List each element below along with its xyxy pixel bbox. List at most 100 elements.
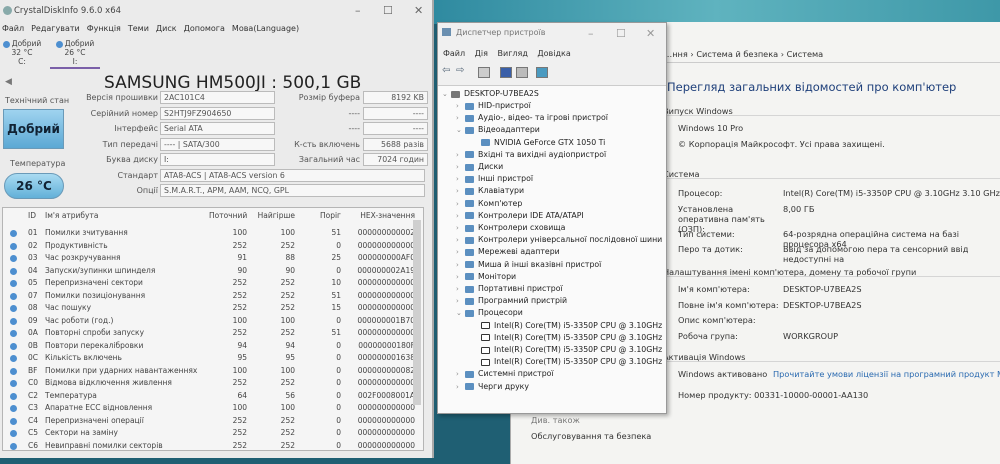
col-hex[interactable]: HEX-значення	[347, 211, 415, 220]
chevron-right-icon[interactable]: ›	[456, 370, 459, 378]
table-row[interactable]: 0C Кількість включень 95 95 0 000000001638	[3, 353, 415, 365]
table-row[interactable]: BF Помилки при ударних навантаженнях 100 10…	[3, 366, 415, 378]
tree-item[interactable]: Контролери IDE ATA/ATAPI	[465, 211, 584, 220]
menu-themes[interactable]: Теми	[128, 24, 149, 33]
tree-item[interactable]: Клавіатури	[465, 186, 524, 195]
breadcrumb-item[interactable]: …ння	[664, 49, 688, 59]
drive-tab-c[interactable]: Добрий 32 °C C:	[0, 39, 44, 66]
chevron-right-icon[interactable]: ›	[456, 102, 459, 110]
table-row[interactable]: 07 Помилки позиціонування 252 252 51 00000000…	[3, 291, 415, 303]
maintenance-link[interactable]: Обслуговування та безпека	[531, 431, 651, 441]
menu-language[interactable]: Мова(Language)	[232, 24, 299, 33]
chevron-right-icon[interactable]: ›	[456, 151, 459, 159]
menu-view[interactable]: Вигляд	[498, 49, 528, 58]
chevron-right-icon[interactable]: ›	[456, 175, 459, 183]
table-row[interactable]: 08 Час пошуку 252 252 15 000000000000	[3, 303, 415, 315]
drive-tab-i[interactable]: Добрий 26 °C I:	[50, 39, 100, 69]
tree-item[interactable]: Аудіо-, відео- та ігрові пристрої	[465, 113, 608, 122]
tree-item[interactable]: Вхідні та вихідні аудіопристрої	[465, 150, 606, 159]
tree-item[interactable]: Intel(R) Core(TM) i5-3350P CPU @ 3.10GHz	[481, 321, 662, 330]
menu-function[interactable]: Функція	[87, 24, 121, 33]
table-row[interactable]: C0 Відмова відключення живлення 252 252 0 000…	[3, 378, 415, 390]
breadcrumb-item[interactable]: Система	[787, 49, 824, 59]
scrollbar[interactable]	[413, 220, 421, 405]
table-row[interactable]: C4 Перепризначені операції 252 252 0 00000000…	[3, 416, 415, 428]
tree-item[interactable]: Комп'ютер	[465, 199, 522, 208]
chevron-right-icon[interactable]: ›	[456, 187, 459, 195]
table-row[interactable]: 0A Повторні спроби запуску 252 252 51 0000000…	[3, 328, 415, 340]
table-row[interactable]: 0B Повтори перекалібровки 94 94 0 00000000180…	[3, 341, 415, 353]
tree-item[interactable]: Диски	[465, 162, 503, 171]
tree-item[interactable]: Мережеві адаптери	[465, 247, 560, 256]
back-icon[interactable]: ⇦	[442, 65, 450, 76]
maximize-button[interactable]: ☐	[616, 27, 626, 40]
tree-item[interactable]: Контролери сховища	[465, 223, 565, 232]
tree-item[interactable]: Контролери універсальної послідовної шин…	[465, 235, 662, 244]
tree-item[interactable]: Intel(R) Core(TM) i5-3350P CPU @ 3.10GHz	[481, 333, 662, 342]
table-row[interactable]: C5 Сектори на заміну 252 252 0 000000000000	[3, 428, 415, 440]
tree-item[interactable]: HID-пристрої	[465, 101, 531, 110]
tree-item[interactable]: Інші пристрої	[465, 174, 533, 183]
scan-hardware-icon[interactable]	[536, 67, 548, 78]
chevron-down-icon[interactable]: ⌄	[456, 309, 462, 317]
chevron-right-icon[interactable]: ›	[456, 273, 459, 281]
chevron-right-icon[interactable]: ›	[456, 114, 459, 122]
chevron-right-icon[interactable]: ›	[456, 297, 459, 305]
table-row[interactable]: 04 Запуски/зупинки шпинделя 90 90 0 000000002…	[3, 266, 415, 278]
minimize-button[interactable]: –	[355, 4, 361, 17]
chevron-right-icon[interactable]: ›	[456, 261, 459, 269]
menu-help[interactable]: Довідка	[537, 49, 570, 58]
tree-item[interactable]: Intel(R) Core(TM) i5-3350P CPU @ 3.10GHz	[481, 345, 662, 354]
menu-action[interactable]: Дія	[475, 49, 488, 58]
col-worst[interactable]: Найгірше	[255, 211, 295, 220]
col-current[interactable]: Поточний	[209, 211, 247, 220]
table-row[interactable]: 01 Помилки зчитування 100 100 51 000000000002	[3, 228, 415, 240]
tree-item[interactable]: Системні пристрої	[465, 369, 554, 378]
update-driver-icon[interactable]	[516, 67, 528, 78]
col-id[interactable]: ID	[28, 211, 36, 220]
menu-file[interactable]: Файл	[443, 49, 465, 58]
chevron-right-icon[interactable]: ›	[456, 285, 459, 293]
tree-root[interactable]: DESKTOP-U7BEA2S	[451, 89, 539, 98]
tree-item[interactable]: Intel(R) Core(TM) i5-3350P CPU @ 3.10GHz	[481, 357, 662, 366]
table-row[interactable]: 03 Час розкручування 91 88 25 000000000AF0	[3, 253, 415, 265]
menu-disk[interactable]: Диск	[156, 24, 177, 33]
close-button[interactable]: ✕	[414, 4, 423, 17]
health-status-button[interactable]: Добрий	[3, 109, 64, 149]
license-link[interactable]: Прочитайте умови ліцензії на програмний …	[773, 369, 1000, 379]
tree-item[interactable]: Черги друку	[465, 382, 529, 391]
table-row[interactable]: C3 Апаратне ECC відновлення 100 100 0 0000000…	[3, 403, 415, 415]
table-row[interactable]: C2 Температура 64 56 0 002F0008001A	[3, 391, 415, 403]
table-row[interactable]: 02 Продуктивність 252 252 0 000000000000	[3, 241, 415, 253]
table-row[interactable]: 05 Перепризначені сектори 252 252 10 00000000…	[3, 278, 415, 290]
chevron-right-icon[interactable]: ›	[456, 383, 459, 391]
col-threshold[interactable]: Поріг	[303, 211, 341, 220]
menu-edit[interactable]: Редагувати	[31, 24, 80, 33]
tree-item[interactable]: Портативні пристрої	[465, 284, 563, 293]
chevron-right-icon[interactable]: ›	[456, 212, 459, 220]
chevron-right-icon[interactable]: ›	[456, 200, 459, 208]
maximize-button[interactable]: ☐	[383, 4, 393, 17]
close-button[interactable]: ✕	[646, 27, 655, 40]
tree-item[interactable]: Відеоадаптери	[465, 125, 540, 134]
tree-item[interactable]: Програмний пристрій	[465, 296, 567, 305]
chevron-right-icon[interactable]: ›	[456, 236, 459, 244]
menu-file[interactable]: Файл	[2, 24, 24, 33]
chevron-right-icon[interactable]: ›	[456, 224, 459, 232]
chevron-right-icon[interactable]: ›	[456, 248, 459, 256]
chevron-down-icon[interactable]: ⌄	[456, 126, 462, 134]
forward-icon[interactable]: ⇨	[456, 65, 464, 76]
prev-drive-arrow-icon[interactable]: ◀	[5, 77, 12, 87]
tree-item[interactable]: Процесори	[465, 308, 523, 317]
tree-item[interactable]: Миша й інші вказівні пристрої	[465, 260, 601, 269]
minimize-button[interactable]: –	[588, 27, 594, 40]
help-icon[interactable]	[500, 67, 512, 78]
tree-item[interactable]: Монітори	[465, 272, 516, 281]
properties-icon[interactable]	[478, 67, 490, 78]
table-row[interactable]: C6 Невиправні помилки секторів 252 252 0 0000…	[3, 441, 415, 453]
col-name[interactable]: Ім'я атрибута	[45, 211, 98, 220]
table-row[interactable]: 09 Час роботи (год.) 100 100 0 000000001B70	[3, 316, 415, 328]
tree-item[interactable]: NVIDIA GeForce GTX 1050 Ti	[481, 138, 605, 147]
breadcrumb-item[interactable]: Система й безпека	[696, 49, 778, 59]
menu-help[interactable]: Допомога	[184, 24, 225, 33]
